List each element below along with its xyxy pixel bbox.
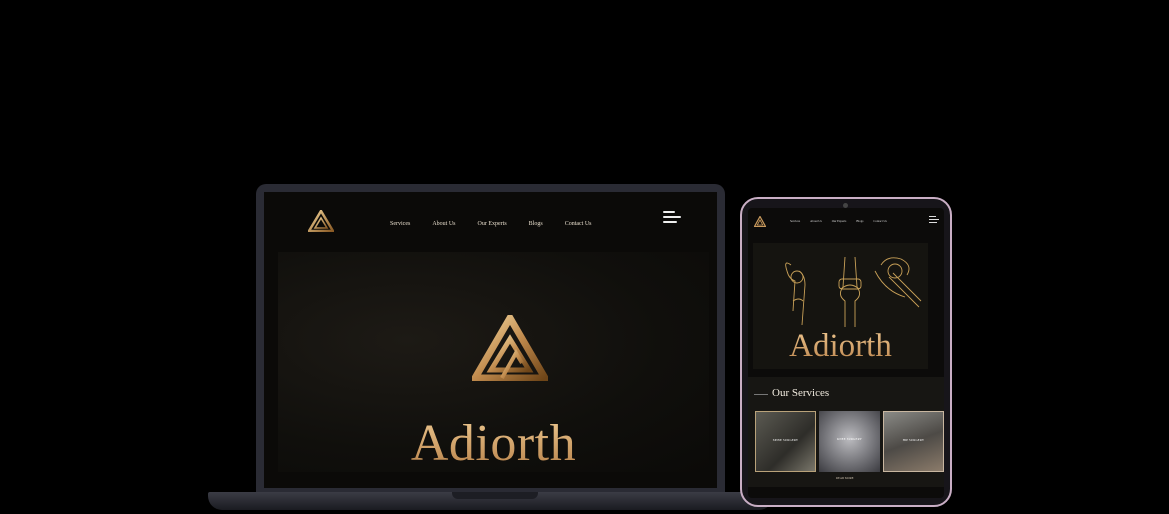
nav-link-blogs[interactable]: Blogs [856,219,863,223]
divider [754,394,768,395]
tablet-screen: Services About Us Our Experts Blogs Cont… [748,208,944,498]
adiorth-logo-icon [471,314,549,382]
services-title: Our Services [772,387,830,399]
laptop-navbar: Services About Us Our Experts Blogs Cont… [278,192,703,252]
services-cards: SPINE SURGERY KNEE SURGERY HIP SURGERY [755,411,944,472]
nav-link-contact-us[interactable]: Contact Us [565,221,592,227]
nav-link-about-us[interactable]: About Us [432,221,455,227]
tablet-nav-menu: Services About Us Our Experts Blogs Cont… [790,219,897,223]
laptop-nav-menu: Services About Us Our Experts Blogs Cont… [390,221,614,227]
tablet-hero: Adiorth [753,243,928,369]
service-card-knee[interactable]: KNEE SURGERY [819,411,880,472]
nav-link-services[interactable]: Services [390,221,410,227]
nav-link-contact-us[interactable]: Contact Us [873,219,886,223]
hero-brand-title: Adiorth [278,414,709,473]
laptop-notch [452,492,538,499]
adiorth-logo-icon[interactable] [296,198,346,244]
read-more-link[interactable]: READ MORE [836,476,854,480]
adiorth-logo-icon[interactable] [753,214,767,228]
hamburger-menu-icon[interactable] [929,216,939,225]
nav-link-about-us[interactable]: About Us [810,219,822,223]
laptop-hero: Adiorth [278,252,709,472]
service-card-spine[interactable]: SPINE SURGERY [755,411,816,472]
service-card-caption: KNEE SURGERY [837,437,862,441]
hamburger-menu-icon[interactable] [663,211,683,225]
service-card-caption: SPINE SURGERY [772,438,799,442]
hero-brand-title: Adiorth [753,328,928,365]
services-section: Our Services SPINE SURGERY KNEE SURGERY … [748,377,944,487]
nav-link-our-experts[interactable]: Our Experts [478,221,507,227]
service-card-caption: HIP SURGERY [902,438,925,442]
joint-illustration [785,256,922,327]
nav-link-services[interactable]: Services [790,219,800,223]
tablet-navbar: Services About Us Our Experts Blogs Cont… [748,208,944,234]
service-card-hip[interactable]: HIP SURGERY [883,411,944,472]
laptop-screen: Services About Us Our Experts Blogs Cont… [264,192,717,488]
nav-link-our-experts[interactable]: Our Experts [832,219,847,223]
nav-link-blogs[interactable]: Blogs [529,221,543,227]
